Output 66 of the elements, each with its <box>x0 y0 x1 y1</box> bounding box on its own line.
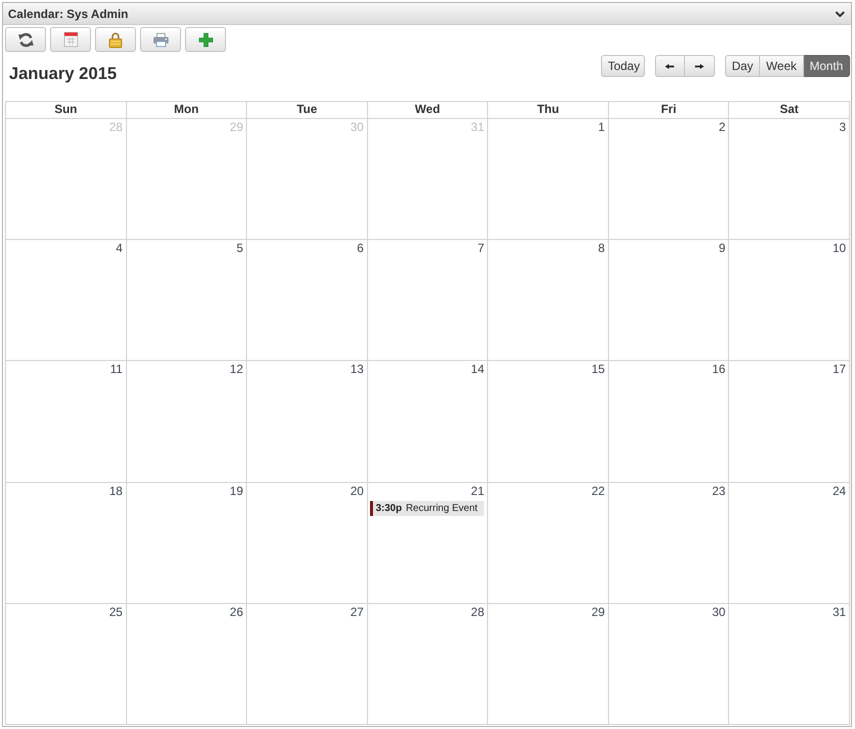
weekday-header: Wed <box>368 102 488 119</box>
day-number: 2 <box>718 120 726 134</box>
refresh-icon <box>18 32 34 48</box>
calendar-event[interactable]: 3:30p Recurring Event <box>370 500 484 516</box>
day-number: 6 <box>357 241 365 256</box>
left-arrow-icon <box>665 64 674 68</box>
day-number: 19 <box>230 484 244 498</box>
day-number: 28 <box>470 604 486 619</box>
day-number: 17 <box>832 362 847 376</box>
day-number: 27 <box>350 604 365 619</box>
day-number: 21 <box>470 484 486 498</box>
day-number: 28 <box>109 120 124 134</box>
weekday-header: Sat <box>729 102 850 119</box>
right-arrow-icon <box>694 64 704 68</box>
day-number: 5 <box>236 241 244 256</box>
day-number: 15 <box>591 362 606 376</box>
printer-icon <box>152 32 168 46</box>
view-tab[interactable]: Week <box>760 55 804 77</box>
day-number: 18 <box>109 484 124 498</box>
refresh-button[interactable] <box>5 27 46 52</box>
day-number: 10 <box>832 241 847 256</box>
day-number: 29 <box>591 604 606 619</box>
day-number: 24 <box>832 484 847 498</box>
day-number: 13 <box>350 362 365 376</box>
day-number: 30 <box>350 120 365 134</box>
weekday-header: Thu <box>488 102 609 119</box>
day-number: 1 <box>598 120 606 134</box>
today-button[interactable]: Today <box>600 55 645 77</box>
day-number: 12 <box>230 362 244 376</box>
weekday-header: Tue <box>247 102 368 119</box>
day-number: 25 <box>109 604 124 619</box>
day-number: 29 <box>230 120 244 134</box>
window-title: Calendar: Sys Admin <box>8 6 128 20</box>
add-button[interactable] <box>185 27 226 52</box>
event-time: 3:30p <box>376 502 402 514</box>
day-number: 31 <box>470 120 486 134</box>
day-number: 8 <box>598 241 606 256</box>
calendar-icon <box>64 32 78 47</box>
day-number: 20 <box>350 484 365 498</box>
plus-icon <box>198 32 212 46</box>
day-number: 14 <box>470 362 486 376</box>
day-number: 11 <box>110 362 124 376</box>
lock-button[interactable] <box>95 27 136 52</box>
event-title: Recurring Event <box>406 502 478 514</box>
day-number: 23 <box>712 484 726 498</box>
print-button[interactable] <box>140 27 181 52</box>
day-number: 7 <box>478 241 486 256</box>
chevron-down-icon[interactable] <box>835 10 845 16</box>
weekday-header: Fri <box>608 102 730 119</box>
day-number: 30 <box>712 604 726 619</box>
day-number: 3 <box>839 120 847 134</box>
day-number: 22 <box>591 484 606 498</box>
calendar-button[interactable] <box>50 27 91 52</box>
view-tab[interactable]: Month <box>804 55 850 77</box>
day-number: 9 <box>718 241 726 256</box>
month-heading: January 2015 <box>9 64 117 84</box>
day-number: 4 <box>116 241 124 256</box>
next-button[interactable] <box>684 55 715 77</box>
padlock-icon <box>109 32 122 48</box>
day-number: 31 <box>832 604 847 619</box>
weekday-header: Mon <box>126 102 248 119</box>
previous-button[interactable] <box>654 55 685 77</box>
day-number: 16 <box>712 362 726 376</box>
day-number: 26 <box>230 604 244 619</box>
weekday-header: Sun <box>6 102 127 119</box>
view-tab[interactable]: Day <box>724 55 760 77</box>
